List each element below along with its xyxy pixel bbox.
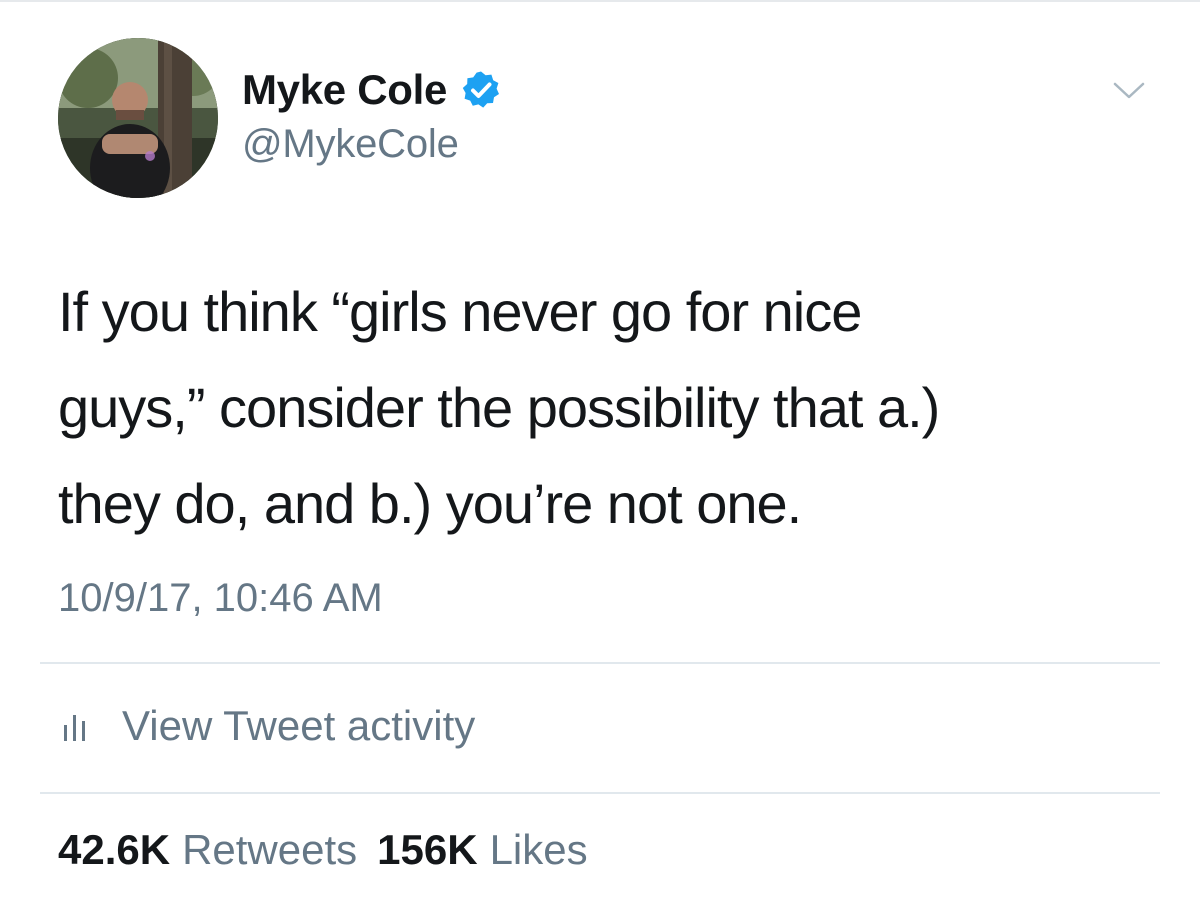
verified-badge-icon: [461, 70, 501, 110]
avatar[interactable]: [58, 38, 218, 198]
divider: [40, 792, 1160, 794]
likes-stat[interactable]: 156K Likes: [377, 826, 587, 874]
author-handle[interactable]: @MykeCole: [242, 122, 459, 167]
tweet-timestamp: 10/9/17, 10:46 AM: [58, 576, 383, 620]
tweet-text-line-2: guys,” consider the possibility that a.): [58, 376, 940, 439]
tweet-text-line-1: If you think “girls never go for nice: [58, 280, 862, 343]
retweets-stat[interactable]: 42.6K Retweets: [58, 826, 357, 874]
author-name-row[interactable]: Myke Cole: [242, 64, 501, 116]
display-name[interactable]: Myke Cole: [242, 66, 447, 114]
chevron-down-icon[interactable]: [1112, 76, 1146, 104]
analytics-bars-icon: [58, 709, 92, 743]
tweet-text: If you think “girls never go for nice gu…: [58, 264, 1168, 552]
top-border: [0, 0, 1200, 2]
tweet-text-line-3: they do, and b.) you’re not one.: [58, 472, 802, 535]
retweets-count: 42.6K: [58, 826, 171, 873]
divider: [40, 662, 1160, 664]
likes-count: 156K: [377, 826, 478, 873]
view-tweet-activity-link[interactable]: View Tweet activity: [58, 698, 475, 754]
view-tweet-activity-label[interactable]: View Tweet activity: [122, 702, 475, 750]
retweets-label: Retweets: [182, 826, 358, 873]
likes-label: Likes: [489, 826, 588, 873]
tweet-stats: 42.6K Retweets 156K Likes: [58, 826, 588, 874]
profile-photo: [58, 38, 218, 198]
